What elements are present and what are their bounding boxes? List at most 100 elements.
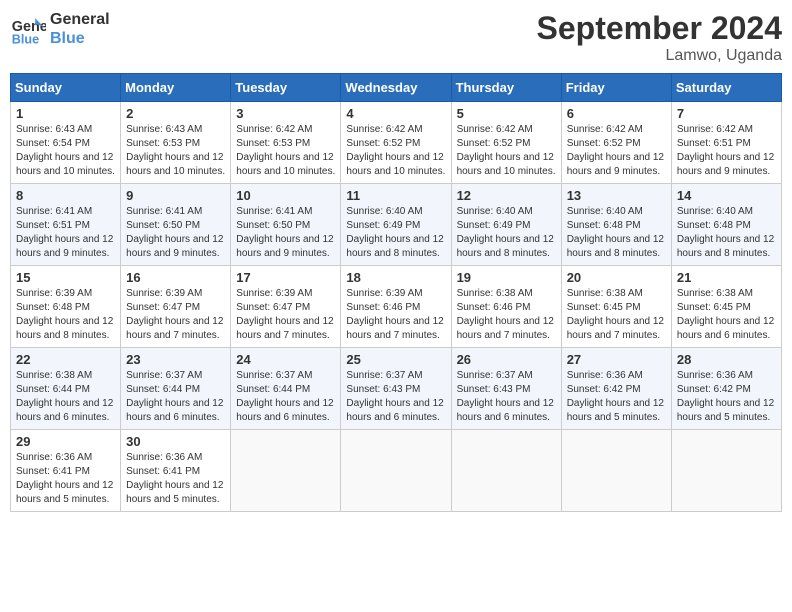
table-row (671, 430, 781, 512)
calendar-week-1: 1 Sunrise: 6:43 AMSunset: 6:54 PMDayligh… (11, 102, 782, 184)
day-number: 3 (236, 106, 335, 121)
title-block: September 2024 Lamwo, Uganda (537, 10, 782, 65)
day-number: 28 (677, 352, 776, 367)
table-row (341, 430, 451, 512)
table-row: 22 Sunrise: 6:38 AM Sunset: 6:44 PM Dayl… (11, 348, 121, 430)
month-title: September 2024 (537, 10, 782, 47)
day-info: Sunrise: 6:36 AM Sunset: 6:42 PM Dayligh… (567, 369, 666, 425)
table-row: 19 Sunrise: 6:38 AM Sunset: 6:46 PM Dayl… (451, 266, 561, 348)
day-number: 12 (457, 188, 556, 203)
day-info: Sunrise: 6:40 AM Sunset: 6:48 PM Dayligh… (567, 205, 666, 261)
table-row: 18 Sunrise: 6:39 AM Sunset: 6:46 PM Dayl… (341, 266, 451, 348)
table-row (561, 430, 671, 512)
day-info: Sunrise: 6:39 AM Sunset: 6:46 PM Dayligh… (346, 287, 445, 343)
day-number: 22 (16, 352, 115, 367)
day-number: 24 (236, 352, 335, 367)
day-info: Sunrise: 6:40 AM Sunset: 6:48 PM Dayligh… (677, 205, 776, 261)
day-number: 19 (457, 270, 556, 285)
calendar-week-4: 22 Sunrise: 6:38 AM Sunset: 6:44 PM Dayl… (11, 348, 782, 430)
day-info: Sunrise: 6:41 AM Sunset: 6:51 PM Dayligh… (16, 205, 115, 261)
day-number: 5 (457, 106, 556, 121)
col-friday: Friday (561, 74, 671, 102)
location: Lamwo, Uganda (537, 47, 782, 65)
table-row: 15 Sunrise: 6:39 AM Sunset: 6:48 PM Dayl… (11, 266, 121, 348)
table-row: 12 Sunrise: 6:40 AM Sunset: 6:49 PM Dayl… (451, 184, 561, 266)
day-number: 10 (236, 188, 335, 203)
table-row: 4 Sunrise: 6:42 AM Sunset: 6:52 PM Dayli… (341, 102, 451, 184)
col-wednesday: Wednesday (341, 74, 451, 102)
day-info: Sunrise: 6:43 AM Sunset: 6:53 PM Dayligh… (126, 123, 225, 179)
day-number: 30 (126, 434, 225, 449)
day-info: Sunrise: 6:39 AM Sunset: 6:48 PM Dayligh… (16, 287, 115, 343)
day-number: 14 (677, 188, 776, 203)
table-row: 16 Sunrise: 6:39 AM Sunset: 6:47 PM Dayl… (121, 266, 231, 348)
calendar-table: Sunday Monday Tuesday Wednesday Thursday… (10, 73, 782, 512)
day-info: Sunrise: 6:36 AM Sunset: 6:42 PM Dayligh… (677, 369, 776, 425)
day-number: 4 (346, 106, 445, 121)
day-info: Sunrise: 6:42 AM Sunset: 6:52 PM Dayligh… (567, 123, 666, 179)
table-row: 28 Sunrise: 6:36 AM Sunset: 6:42 PM Dayl… (671, 348, 781, 430)
svg-text:Blue: Blue (12, 33, 39, 47)
day-number: 21 (677, 270, 776, 285)
col-sunday: Sunday (11, 74, 121, 102)
logo-icon: General Blue (10, 11, 46, 47)
day-info: Sunrise: 6:38 AM Sunset: 6:46 PM Dayligh… (457, 287, 556, 343)
col-saturday: Saturday (671, 74, 781, 102)
table-row: 24 Sunrise: 6:37 AM Sunset: 6:44 PM Dayl… (231, 348, 341, 430)
logo-line2: Blue (50, 29, 110, 48)
table-row: 23 Sunrise: 6:37 AM Sunset: 6:44 PM Dayl… (121, 348, 231, 430)
table-row: 14 Sunrise: 6:40 AM Sunset: 6:48 PM Dayl… (671, 184, 781, 266)
day-info: Sunrise: 6:41 AM Sunset: 6:50 PM Dayligh… (236, 205, 335, 261)
calendar-week-5: 29 Sunrise: 6:36 AM Sunset: 6:41 PM Dayl… (11, 430, 782, 512)
day-info: Sunrise: 6:42 AM Sunset: 6:52 PM Dayligh… (346, 123, 445, 179)
day-number: 25 (346, 352, 445, 367)
col-thursday: Thursday (451, 74, 561, 102)
day-number: 29 (16, 434, 115, 449)
day-number: 7 (677, 106, 776, 121)
day-info: Sunrise: 6:39 AM Sunset: 6:47 PM Dayligh… (126, 287, 225, 343)
day-info: Sunrise: 6:37 AM Sunset: 6:44 PM Dayligh… (126, 369, 225, 425)
day-info: Sunrise: 6:42 AM Sunset: 6:53 PM Dayligh… (236, 123, 335, 179)
day-number: 27 (567, 352, 666, 367)
day-number: 16 (126, 270, 225, 285)
table-row: 27 Sunrise: 6:36 AM Sunset: 6:42 PM Dayl… (561, 348, 671, 430)
table-row: 8 Sunrise: 6:41 AM Sunset: 6:51 PM Dayli… (11, 184, 121, 266)
table-row (451, 430, 561, 512)
day-number: 6 (567, 106, 666, 121)
day-info: Sunrise: 6:38 AM Sunset: 6:45 PM Dayligh… (677, 287, 776, 343)
day-info: Sunrise: 6:41 AM Sunset: 6:50 PM Dayligh… (126, 205, 225, 261)
table-row: 25 Sunrise: 6:37 AM Sunset: 6:43 PM Dayl… (341, 348, 451, 430)
day-info: Sunrise: 6:37 AM Sunset: 6:44 PM Dayligh… (236, 369, 335, 425)
day-number: 13 (567, 188, 666, 203)
table-row: 9 Sunrise: 6:41 AM Sunset: 6:50 PM Dayli… (121, 184, 231, 266)
day-info: Sunrise: 6:40 AM Sunset: 6:49 PM Dayligh… (346, 205, 445, 261)
day-number: 18 (346, 270, 445, 285)
day-number: 8 (16, 188, 115, 203)
table-row: 1 Sunrise: 6:43 AMSunset: 6:54 PMDayligh… (11, 102, 121, 184)
table-row: 30 Sunrise: 6:36 AM Sunset: 6:41 PM Dayl… (121, 430, 231, 512)
day-info: Sunrise: 6:40 AM Sunset: 6:49 PM Dayligh… (457, 205, 556, 261)
table-row: 17 Sunrise: 6:39 AM Sunset: 6:47 PM Dayl… (231, 266, 341, 348)
day-number: 15 (16, 270, 115, 285)
day-number: 23 (126, 352, 225, 367)
day-number: 2 (126, 106, 225, 121)
col-tuesday: Tuesday (231, 74, 341, 102)
day-info: Sunrise: 6:37 AM Sunset: 6:43 PM Dayligh… (346, 369, 445, 425)
logo-line1: General (50, 10, 110, 29)
day-info: Sunrise: 6:39 AM Sunset: 6:47 PM Dayligh… (236, 287, 335, 343)
table-row: 7 Sunrise: 6:42 AM Sunset: 6:51 PM Dayli… (671, 102, 781, 184)
table-row: 21 Sunrise: 6:38 AM Sunset: 6:45 PM Dayl… (671, 266, 781, 348)
day-info: Sunrise: 6:37 AM Sunset: 6:43 PM Dayligh… (457, 369, 556, 425)
day-info: Sunrise: 6:38 AM Sunset: 6:44 PM Dayligh… (16, 369, 115, 425)
day-number: 9 (126, 188, 225, 203)
calendar-week-2: 8 Sunrise: 6:41 AM Sunset: 6:51 PM Dayli… (11, 184, 782, 266)
day-info: Sunrise: 6:36 AM Sunset: 6:41 PM Dayligh… (16, 451, 115, 507)
day-info: Sunrise: 6:42 AM Sunset: 6:51 PM Dayligh… (677, 123, 776, 179)
table-row: 3 Sunrise: 6:42 AM Sunset: 6:53 PM Dayli… (231, 102, 341, 184)
table-row: 2 Sunrise: 6:43 AM Sunset: 6:53 PM Dayli… (121, 102, 231, 184)
header-row: Sunday Monday Tuesday Wednesday Thursday… (11, 74, 782, 102)
day-number: 17 (236, 270, 335, 285)
table-row: 6 Sunrise: 6:42 AM Sunset: 6:52 PM Dayli… (561, 102, 671, 184)
day-info: Sunrise: 6:36 AM Sunset: 6:41 PM Dayligh… (126, 451, 225, 507)
table-row: 26 Sunrise: 6:37 AM Sunset: 6:43 PM Dayl… (451, 348, 561, 430)
